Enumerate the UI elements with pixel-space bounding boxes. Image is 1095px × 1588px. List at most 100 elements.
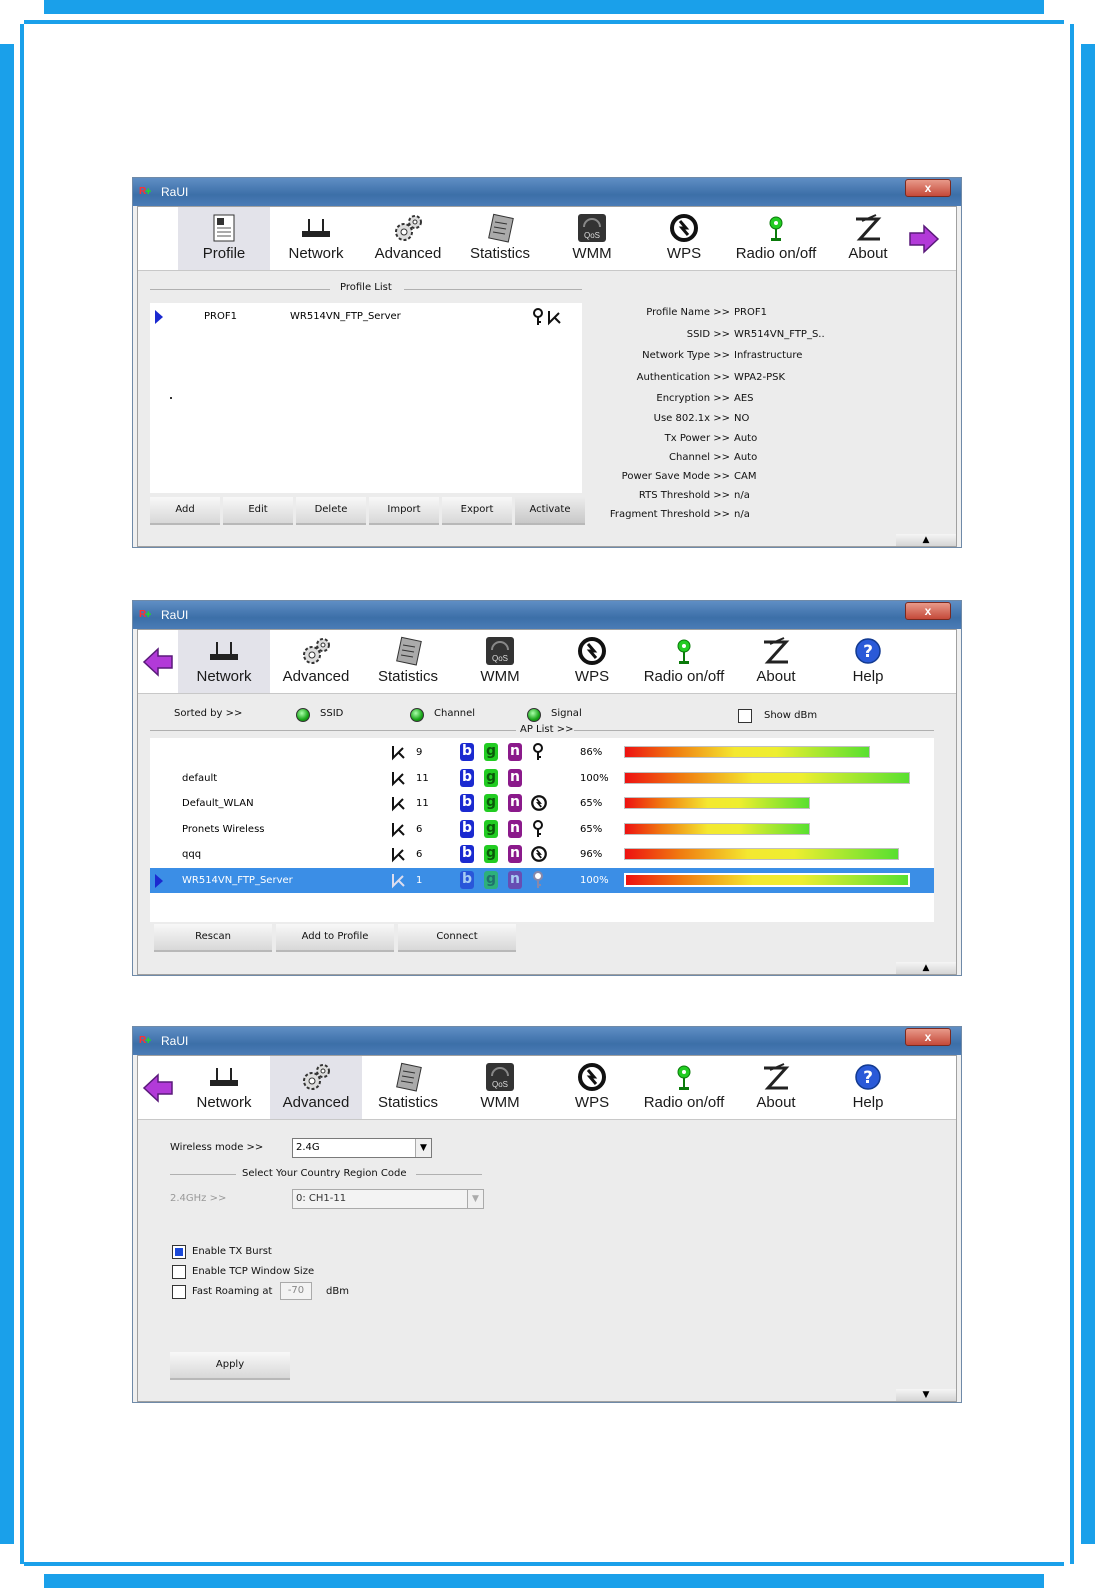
tab-wmm[interactable]: QoS WMM [454, 1056, 546, 1119]
tab-radio[interactable]: Radio on/off [638, 630, 730, 693]
ap-row[interactable]: Default_WLAN 11 b g n 65% [150, 791, 934, 816]
expand-toggle[interactable]: ▲ [896, 962, 956, 974]
arrow-right-icon[interactable] [908, 223, 940, 255]
list-item[interactable]: PROF1 WR514VN_FTP_Server [150, 305, 582, 330]
connect-button[interactable]: Connect [398, 924, 516, 952]
title-bar: R + RaUI x [133, 1027, 961, 1055]
tx-burst-checkbox[interactable] [172, 1245, 186, 1259]
show-dbm-checkbox[interactable] [738, 709, 752, 723]
detail-value: n/a [734, 490, 750, 501]
chevron-down-icon: ▼ [467, 1190, 483, 1208]
raui-window-profile: R + RaUI x Profile Network Advanced Stati… [132, 177, 962, 548]
country-region-select[interactable]: 0: CH1-11 ▼ [292, 1189, 484, 1209]
tab-label: Advanced [374, 245, 442, 262]
statistics-icon [396, 1062, 422, 1092]
tab-network[interactable]: Network [178, 630, 270, 693]
gears-icon [395, 215, 422, 241]
profile-icon [213, 214, 235, 242]
ap-signal-percent: 86% [580, 747, 603, 758]
tab-help[interactable]: ? Help [822, 1056, 914, 1119]
tab-radio[interactable]: Radio on/off [638, 1056, 730, 1119]
ap-row[interactable]: qqq 6 b g n 96% [150, 842, 934, 867]
country-region-value: 0: CH1-11 [296, 1193, 347, 1204]
client-area: Network Advanced Statistics QoS WMM WPS … [137, 1055, 957, 1402]
tab-wmm[interactable]: QoS WMM [454, 630, 546, 693]
close-button[interactable]: x [905, 1028, 951, 1046]
arrow-left-icon[interactable] [142, 646, 174, 678]
sort-ssid-radio[interactable] [296, 708, 310, 722]
tab-advanced[interactable]: Advanced [270, 1056, 362, 1119]
tab-statistics[interactable]: Statistics [454, 207, 546, 270]
detail-value: Auto [734, 452, 758, 463]
edit-button[interactable]: Edit [223, 497, 293, 525]
rescan-button[interactable]: Rescan [154, 924, 272, 952]
help-icon: ? [855, 638, 881, 664]
tab-wmm[interactable]: QoS WMM [546, 207, 638, 270]
raui-logo-icon: R + [139, 186, 152, 198]
tab-network[interactable]: Network [270, 207, 362, 270]
profile-list[interactable]: PROF1 WR514VN_FTP_Server [150, 303, 582, 493]
page-frame-top [44, 0, 1044, 14]
expand-toggle[interactable]: ▼ [896, 1389, 956, 1401]
gears-icon [303, 1064, 330, 1090]
tab-statistics[interactable]: Statistics [362, 1056, 454, 1119]
page-frame-right [1081, 44, 1095, 1544]
signal-strength-bar [624, 746, 870, 758]
page-frame-line-left [20, 24, 24, 1564]
add-button[interactable]: Add [150, 497, 220, 525]
wps-icon [578, 1063, 606, 1091]
tab-wps[interactable]: WPS [546, 630, 638, 693]
page-frame-line-bottom [24, 1562, 1064, 1566]
detail-label: RTS Threshold >> [638, 490, 730, 501]
tab-wps[interactable]: WPS [546, 1056, 638, 1119]
client-area: Network Advanced Statistics QoS WMM WPS … [137, 629, 957, 975]
add-to-profile-button[interactable]: Add to Profile [276, 924, 394, 952]
apply-button[interactable]: Apply [170, 1352, 290, 1380]
page-frame-line-top [24, 20, 1064, 24]
tab-label: About [848, 245, 888, 262]
tab-label: Network [288, 245, 344, 262]
tab-profile[interactable]: Profile [178, 207, 270, 270]
detail-value: AES [734, 393, 754, 404]
tab-advanced[interactable]: Advanced [362, 207, 454, 270]
show-dbm-label: Show dBm [764, 710, 818, 721]
fast-roaming-checkbox[interactable] [172, 1285, 186, 1299]
detail-value: Infrastructure [734, 350, 803, 361]
expand-toggle[interactable]: ▲ [896, 534, 956, 546]
mode-n-icon: n [508, 870, 522, 889]
ap-row[interactable]: WR514VN_FTP_Server 1 b g n 100% [150, 867, 934, 893]
radio-icon [677, 639, 691, 664]
tab-about[interactable]: About [730, 1056, 822, 1119]
tcp-window-checkbox[interactable] [172, 1265, 186, 1279]
ap-row[interactable]: default 11 b g n 100% [150, 766, 934, 791]
close-button[interactable]: x [905, 602, 951, 620]
tab-help[interactable]: ? Help [822, 630, 914, 693]
tab-about[interactable]: About [822, 207, 914, 270]
tab-network[interactable]: Network [178, 1056, 270, 1119]
ap-row[interactable]: Pronets Wireless 6 b g n 65% [150, 817, 934, 842]
ap-channel: 11 [416, 772, 429, 784]
tab-radio[interactable]: Radio on/off [730, 207, 822, 270]
delete-button[interactable]: Delete [296, 497, 366, 525]
arrow-left-icon[interactable] [142, 1072, 174, 1104]
infrastructure-icon [390, 769, 406, 791]
statistics-icon [396, 636, 422, 666]
ap-signal-percent: 96% [580, 849, 603, 860]
sort-signal-radio[interactable] [527, 708, 541, 722]
export-button[interactable]: Export [442, 497, 512, 525]
tab-label: WMM [480, 1094, 520, 1111]
wireless-mode-select[interactable]: 2.4G ▼ [292, 1138, 432, 1158]
close-button[interactable]: x [905, 179, 951, 197]
activate-button[interactable]: Activate [515, 497, 585, 525]
sort-channel-radio[interactable] [410, 708, 424, 722]
detail-label: Fragment Threshold >> [609, 509, 730, 520]
ap-list[interactable]: 9 b g n 86% default 11 b g n 100% Default_WLAN 11 b g n… [150, 738, 934, 922]
tab-about[interactable]: About [730, 630, 822, 693]
tab-advanced[interactable]: Advanced [270, 630, 362, 693]
ap-row[interactable]: 9 b g n 86% [150, 740, 934, 765]
roaming-threshold-input[interactable]: -70 [280, 1282, 312, 1300]
tab-statistics[interactable]: Statistics [362, 630, 454, 693]
detail-label: Channel >> [669, 452, 730, 463]
import-button[interactable]: Import [369, 497, 439, 525]
tab-wps[interactable]: WPS [638, 207, 730, 270]
